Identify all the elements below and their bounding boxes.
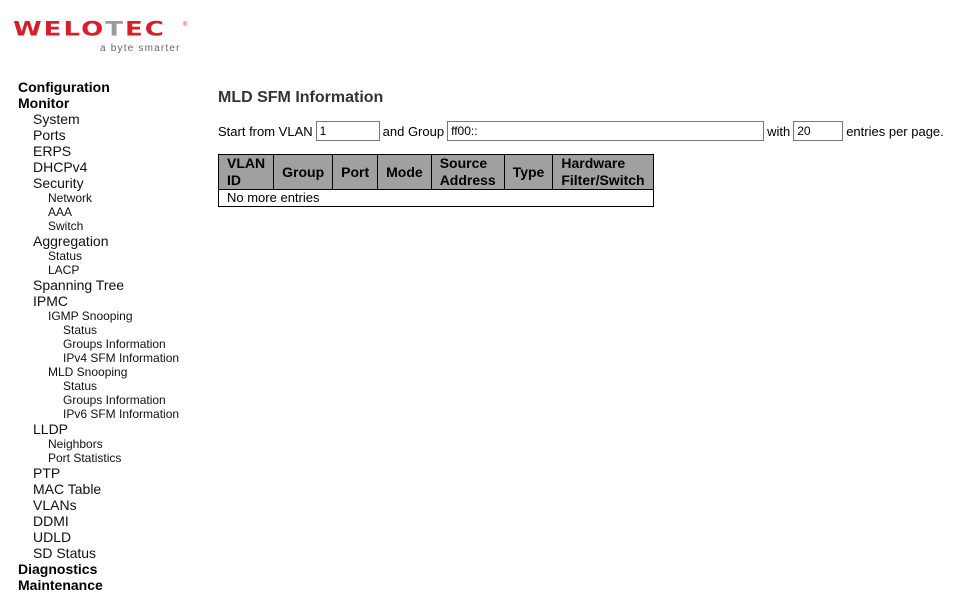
nav-item-status[interactable]: Status — [18, 249, 203, 263]
with-label: with — [767, 123, 791, 139]
nav-item-lacp[interactable]: LACP — [18, 263, 203, 277]
nav-item-ipv4-sfm-information[interactable]: IPv4 SFM Information — [18, 351, 203, 365]
table-header-row: VLAN ID Group Port Mode Source Address Type Ha… — [217, 154, 654, 190]
nav-item-network[interactable]: Network — [18, 191, 203, 205]
nav-item-dhcpv4[interactable]: DHCPv4 — [18, 159, 203, 175]
group-label: and Group — [382, 123, 445, 139]
filter-bar: Start from VLAN and Group with entries p… — [218, 121, 944, 141]
logo-wordmark: WELOTEC — [13, 18, 166, 41]
registered-mark: ® — [183, 22, 188, 28]
entries-suffix-label: entries per page. — [846, 123, 944, 139]
nav-item-aaa[interactable]: AAA — [18, 205, 203, 219]
nav-item-port-statistics[interactable]: Port Statistics — [18, 451, 203, 465]
nav-item-maintenance[interactable]: Maintenance — [18, 577, 203, 593]
nav-item-switch[interactable]: Switch — [18, 219, 203, 233]
nav-item-vlans[interactable]: VLANs — [18, 497, 203, 513]
sidebar-nav: Configuration Monitor System Ports ERPS DHCPv… — [18, 79, 203, 593]
column-header-hardware-filter-switch: Hardware Filter/Switch — [552, 154, 654, 190]
welotec-logo: WELOTEC ® a byte smarter — [13, 19, 188, 55]
logo-tagline: a byte smarter — [100, 43, 181, 54]
nav-item-ipmc[interactable]: IPMC — [18, 293, 203, 309]
nav-item-spanning-tree[interactable]: Spanning Tree — [18, 277, 203, 293]
nav-item-ipv6-sfm-information[interactable]: IPv6 SFM Information — [18, 407, 203, 421]
column-header-mode: Mode — [377, 154, 432, 190]
column-header-group: Group — [273, 154, 334, 190]
column-header-source-address: Source Address — [430, 154, 505, 190]
group-input[interactable] — [447, 121, 765, 141]
column-header-vlan-id: VLAN ID — [217, 154, 275, 190]
main-content: MLD SFM Information Start from VLAN and … — [217, 88, 944, 207]
page-title: MLD SFM Information — [218, 89, 384, 106]
nav-item-security[interactable]: Security — [18, 175, 203, 191]
nav-item-groups-information[interactable]: Groups Information — [18, 393, 203, 407]
nav-item-groups-information[interactable]: Groups Information — [18, 337, 203, 351]
nav-item-ptp[interactable]: PTP — [18, 465, 203, 481]
nav-item-status[interactable]: Status — [18, 323, 203, 337]
nav-item-mac-table[interactable]: MAC Table — [18, 481, 203, 497]
nav-item-diagnostics[interactable]: Diagnostics — [18, 561, 203, 577]
nav-item-neighbors[interactable]: Neighbors — [18, 437, 203, 451]
nav-item-aggregation[interactable]: Aggregation — [18, 233, 203, 249]
start-vlan-input[interactable] — [315, 121, 380, 141]
nav-item-sd-status[interactable]: SD Status — [18, 545, 203, 561]
table-row: No more entries — [218, 189, 654, 207]
nav-item-mld-snooping[interactable]: MLD Snooping — [18, 365, 203, 379]
nav-item-lldp[interactable]: LLDP — [18, 421, 203, 437]
column-header-port: Port — [332, 154, 379, 190]
column-header-type: Type — [503, 154, 554, 190]
sfm-table: VLAN ID Group Port Mode Source Address Type Ha… — [217, 154, 654, 207]
nav-item-erps[interactable]: ERPS — [18, 143, 203, 159]
nav-item-status[interactable]: Status — [18, 379, 203, 393]
nav-item-monitor[interactable]: Monitor — [18, 95, 203, 111]
nav-item-igmp-snooping[interactable]: IGMP Snooping — [18, 309, 203, 323]
nav-item-ports[interactable]: Ports — [18, 127, 203, 143]
nav-item-system[interactable]: System — [18, 111, 203, 127]
start-vlan-label: Start from VLAN — [218, 123, 313, 139]
entries-per-page-input[interactable] — [793, 121, 844, 141]
empty-message: No more entries — [218, 189, 654, 207]
nav-item-configuration[interactable]: Configuration — [18, 79, 203, 95]
nav-item-ddmi[interactable]: DDMI — [18, 513, 203, 529]
nav-item-udld[interactable]: UDLD — [18, 529, 203, 545]
